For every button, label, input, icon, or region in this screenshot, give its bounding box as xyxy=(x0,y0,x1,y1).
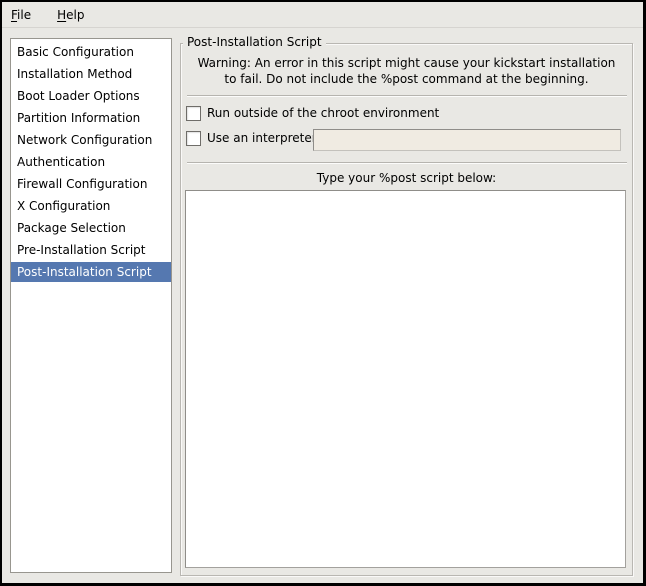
sidebar-item-x-configuration[interactable]: X Configuration xyxy=(11,196,171,216)
sidebar-item-network-configuration[interactable]: Network Configuration xyxy=(11,130,171,150)
chroot-checkbox[interactable] xyxy=(186,106,201,121)
separator-middle xyxy=(187,162,627,164)
sidebar-item-pre-installation-script[interactable]: Pre-Installation Script xyxy=(11,240,171,260)
sidebar-item-post-installation-script[interactable]: Post-Installation Script xyxy=(11,262,171,282)
sidebar-item-installation-method[interactable]: Installation Method xyxy=(11,64,171,84)
menu-file-label: ile xyxy=(17,8,31,22)
kickstart-configurator-window: File Help Basic Configuration Installati… xyxy=(0,0,646,586)
chroot-checkbox-label[interactable]: Run outside of the chroot environment xyxy=(207,105,439,121)
frame-title: Post-Installation Script xyxy=(183,35,326,50)
post-script-textarea[interactable] xyxy=(185,190,626,568)
interpreter-checkbox-label[interactable]: Use an interpreter: xyxy=(207,130,321,146)
category-list: Basic Configuration Installation Method … xyxy=(10,38,172,573)
sidebar-item-basic-configuration[interactable]: Basic Configuration xyxy=(11,42,171,62)
menu-help[interactable]: Help xyxy=(44,4,97,26)
sidebar-item-partition-information[interactable]: Partition Information xyxy=(11,108,171,128)
menu-file[interactable]: File xyxy=(2,4,44,26)
interpreter-checkbox[interactable] xyxy=(186,131,201,146)
warning-line-1: Warning: An error in this script might c… xyxy=(181,55,632,71)
sidebar-item-package-selection[interactable]: Package Selection xyxy=(11,218,171,238)
warning-text: Warning: An error in this script might c… xyxy=(181,55,632,87)
interpreter-entry[interactable] xyxy=(313,129,621,151)
warning-line-2: to fail. Do not include the %post comman… xyxy=(181,71,632,87)
menubar: File Help xyxy=(2,2,643,28)
sidebar-item-authentication[interactable]: Authentication xyxy=(11,152,171,172)
script-area-label: Type your %post script below: xyxy=(180,170,633,186)
separator-top xyxy=(187,95,627,97)
menu-help-label: elp xyxy=(66,8,84,22)
menu-help-mnemonic: H xyxy=(57,8,66,22)
sidebar-item-boot-loader-options[interactable]: Boot Loader Options xyxy=(11,86,171,106)
sidebar-item-firewall-configuration[interactable]: Firewall Configuration xyxy=(11,174,171,194)
